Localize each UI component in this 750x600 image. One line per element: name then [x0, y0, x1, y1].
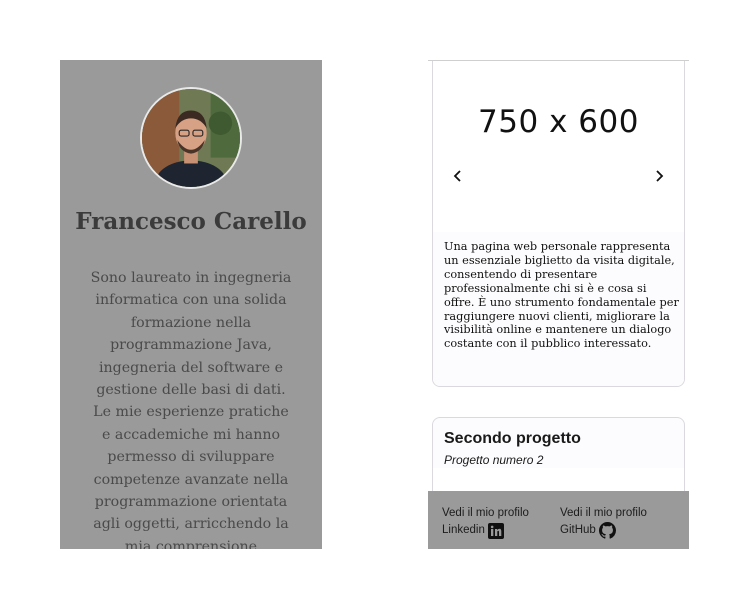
linkedin-icon [487, 522, 504, 539]
project-carousel: 750 x 600 [433, 61, 684, 232]
github-link-label: Vedi il mio profilo [560, 507, 647, 519]
github-profile-link[interactable]: Vedi il mio profilo GitHub [560, 505, 647, 539]
carousel-prev-button[interactable] [446, 164, 470, 188]
avatar-photo [142, 89, 240, 187]
image-placeholder: 750 x 600 [478, 104, 639, 140]
linkedin-link-brand: Linkedin [442, 524, 485, 536]
chevron-right-icon [656, 170, 664, 182]
chevron-left-icon [453, 170, 461, 182]
linkedin-profile-link[interactable]: Vedi il mio profilo Linkedin [442, 505, 529, 539]
avatar [140, 87, 242, 189]
project-subtitle: Progetto numero 2 [444, 453, 544, 467]
project-description: Una pagina web personale rappresenta un … [444, 240, 679, 351]
footer: Vedi il mio profilo Linkedin Vedi il mio… [428, 491, 689, 549]
mobile-preview: 750 x 600 Una pagina web personale rappr… [428, 60, 689, 549]
profile-panel: Francesco Carello Sono laureato in ingeg… [60, 60, 322, 549]
github-icon [598, 522, 616, 539]
linkedin-link-label: Vedi il mio profilo [442, 507, 529, 519]
carousel-next-button[interactable] [647, 164, 671, 188]
project-title: Secondo progetto [444, 430, 581, 447]
project-card: 750 x 600 Una pagina web personale rappr… [432, 61, 685, 387]
profile-bio: Sono laureato in ingegneria informatica … [90, 270, 292, 549]
project-card-body: Una pagina web personale rappresenta un … [433, 232, 684, 386]
profile-name: Francesco Carello [75, 208, 307, 235]
github-link-brand: GitHub [560, 524, 596, 536]
